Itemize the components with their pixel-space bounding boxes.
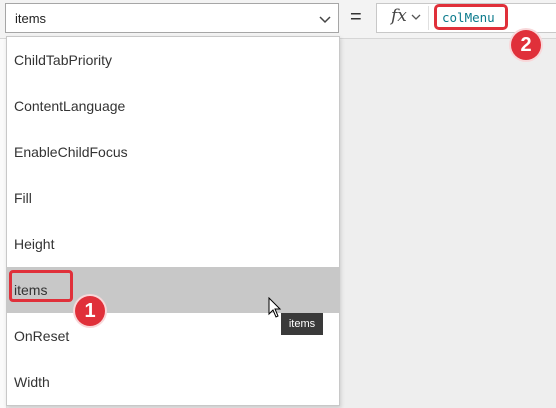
step-badge-1: 1: [75, 296, 105, 326]
fx-chevron-down-icon[interactable]: [410, 12, 422, 22]
tooltip: items: [281, 313, 323, 335]
highlight-box-items: [9, 270, 73, 302]
formula-separator: [428, 6, 429, 30]
property-dropdown-value: items: [15, 11, 47, 26]
dropdown-item-selected[interactable]: items: [7, 267, 339, 313]
step-badge-2: 2: [511, 30, 541, 60]
dropdown-item-label: ChildTabPriority: [14, 52, 113, 68]
dropdown-item-label: OnReset: [14, 328, 70, 344]
dropdown-item[interactable]: Height: [7, 221, 339, 267]
dropdown-item-label: EnableChildFocus: [14, 144, 128, 160]
dropdown-item-label: Fill: [14, 190, 32, 206]
dropdown-item-label: Height: [14, 236, 55, 252]
fx-icon[interactable]: fx: [391, 6, 407, 26]
equals-sign: =: [350, 6, 362, 28]
property-dropdown-list: ChildTabPriority ContentLanguage EnableC…: [6, 36, 340, 406]
dropdown-item[interactable]: EnableChildFocus: [7, 129, 339, 175]
dropdown-item[interactable]: ChildTabPriority: [7, 37, 339, 83]
dropdown-item[interactable]: Fill: [7, 175, 339, 221]
dropdown-item[interactable]: ContentLanguage: [7, 83, 339, 129]
dropdown-item-label: Width: [14, 374, 50, 390]
dropdown-item[interactable]: Width: [7, 359, 339, 405]
property-dropdown[interactable]: items: [5, 3, 339, 33]
chevron-down-icon: [319, 16, 331, 24]
highlight-box-formula: [434, 4, 508, 30]
dropdown-item-label: ContentLanguage: [14, 98, 126, 114]
mouse-cursor-icon: [268, 297, 282, 318]
